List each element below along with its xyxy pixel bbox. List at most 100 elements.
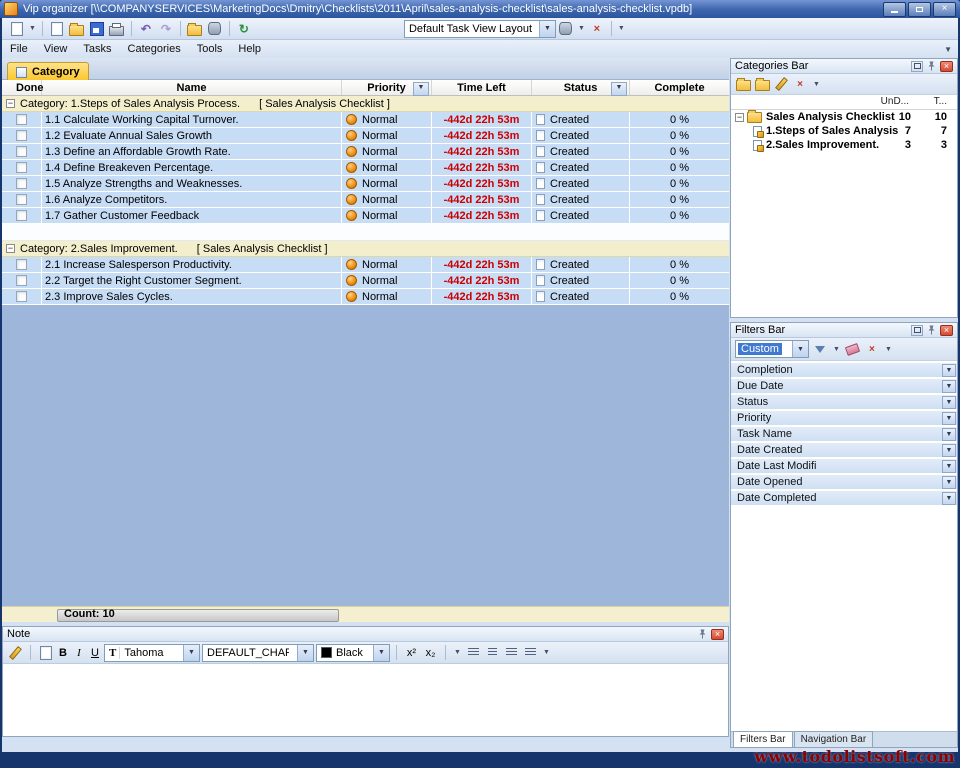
chevron-down-icon[interactable]: ▼ [942,460,956,473]
done-checkbox[interactable] [16,210,27,221]
layout-select[interactable]: Default Task View Layout ▼ [404,20,556,38]
column-header-complete[interactable]: Complete [630,80,729,95]
filter-row-date-opened[interactable]: Date Opened▼ [731,475,957,490]
done-checkbox[interactable] [16,275,27,286]
done-checkbox[interactable] [16,259,27,270]
chevron-down-icon[interactable]: ▼ [942,396,956,409]
filter-dropdown-icon[interactable]: ▼ [611,82,627,96]
maximize-button[interactable] [908,2,931,17]
task-row[interactable]: 1.4 Define Breakeven Percentage.Normal-4… [2,160,729,176]
filter-row-date-completed[interactable]: Date Completed▼ [731,491,957,506]
collapse-icon[interactable]: − [6,244,15,253]
pin-icon[interactable] [697,629,708,640]
pin-icon[interactable] [926,325,937,336]
undo-button[interactable]: ↶ [137,20,155,38]
task-row[interactable]: 1.5 Analyze Strengths and Weaknesses.Nor… [2,176,729,192]
filters-close-button[interactable]: × [940,325,953,336]
italic-button[interactable]: I [72,644,86,661]
task-row[interactable]: 1.6 Analyze Competitors.Normal-442d 22h … [2,192,729,208]
chevron-down-icon[interactable]: ▼ [539,21,555,37]
insert-button[interactable] [37,644,54,661]
menu-overflow-icon[interactable]: ▼ [944,45,952,54]
collapse-icon[interactable]: − [6,99,15,108]
chevron-down-icon[interactable]: ▼ [183,645,199,661]
delete-filter-button[interactable]: × [864,341,880,357]
list-options-icon[interactable]: ▼ [543,649,550,656]
pin-icon[interactable] [926,61,937,72]
note-content[interactable] [3,664,728,735]
chevron-down-icon[interactable]: ▼ [942,380,956,393]
toolbar-options-icon[interactable]: ▼ [618,25,625,32]
panel-restore-button[interactable] [911,61,923,72]
font-color-select[interactable]: Black ▼ [316,644,390,662]
menu-item-tasks[interactable]: Tasks [75,41,119,57]
add-category-button[interactable] [735,76,751,92]
task-row[interactable]: 1.1 Calculate Working Capital Turnover.N… [2,112,729,128]
chevron-down-icon[interactable]: ▼ [454,649,461,656]
print-button[interactable] [108,20,126,38]
filters-options-icon[interactable]: ▼ [885,346,892,353]
category-tree-item-1-steps-of-sales-analysis-proc[interactable]: 1.Steps of Sales Analysis Proc77 [731,124,957,138]
collapse-icon[interactable]: − [735,113,744,122]
categories-options-icon[interactable]: ▼ [813,81,820,88]
done-checkbox[interactable] [16,146,27,157]
edit-note-button[interactable] [7,644,24,661]
task-row[interactable]: 2.3 Improve Sales Cycles.Normal-442d 22h… [2,289,729,305]
menu-item-view[interactable]: View [36,41,76,57]
new-note-button[interactable] [48,20,66,38]
chevron-down-icon[interactable]: ▼ [942,364,956,377]
layout-dropdown-icon[interactable]: ▼ [578,25,585,32]
done-checkbox[interactable] [16,291,27,302]
bold-button[interactable]: B [56,644,70,661]
chevron-down-icon[interactable]: ▼ [297,645,313,661]
category-group-tab[interactable]: Category [7,62,89,81]
chevron-down-icon[interactable]: ▼ [942,492,956,505]
menu-item-tools[interactable]: Tools [189,41,231,57]
tab-navigation-bar[interactable]: Navigation Bar [794,731,874,747]
filter-row-due-date[interactable]: Due Date▼ [731,379,957,394]
task-row[interactable]: 2.1 Increase Salesperson Productivity.No… [2,257,729,273]
note-close-button[interactable]: × [711,629,724,640]
export-button[interactable] [186,20,204,38]
subscript-button[interactable]: x₂ [422,644,439,661]
column-header-priority[interactable]: Priority▼ [342,80,432,95]
apply-filter-button[interactable] [812,341,828,357]
category-tree-item-2-sales-improvement[interactable]: 2.Sales Improvement.33 [731,138,957,152]
categories-close-button[interactable]: × [940,61,953,72]
done-checkbox[interactable] [16,114,27,125]
chevron-down-icon[interactable]: ▼ [373,645,389,661]
done-checkbox[interactable] [16,130,27,141]
minimize-button[interactable] [883,2,906,17]
edit-category-button[interactable] [773,76,789,92]
database-button[interactable] [206,20,224,38]
filter-row-date-created[interactable]: Date Created▼ [731,443,957,458]
open-button[interactable] [68,20,86,38]
column-header-status[interactable]: Status▼ [532,80,630,95]
done-checkbox[interactable] [16,178,27,189]
delete-layout-button[interactable]: × [588,20,606,38]
filter-row-priority[interactable]: Priority▼ [731,411,957,426]
column-header-done[interactable]: Done [2,80,42,95]
tab-filters-bar[interactable]: Filters Bar [733,731,793,747]
filter-dropdown-icon[interactable]: ▼ [833,346,840,353]
chevron-down-icon[interactable]: ▼ [942,444,956,457]
task-row[interactable]: 1.3 Define an Affordable Growth Rate.Nor… [2,144,729,160]
task-row[interactable]: 2.2 Target the Right Customer Segment.No… [2,273,729,289]
customize-layout-button[interactable] [557,20,575,38]
refresh-button[interactable]: ↻ [235,20,253,38]
category-group-header[interactable]: −Category: 2.Sales Improvement.[ Sales A… [2,241,729,257]
category-group-header[interactable]: −Category: 1.Steps of Sales Analysis Pro… [2,96,729,112]
align-left-button[interactable] [465,644,482,661]
clear-filter-button[interactable] [845,341,861,357]
done-checkbox[interactable] [16,162,27,173]
chevron-down-icon[interactable]: ▼ [942,412,956,425]
done-checkbox[interactable] [16,194,27,205]
filter-dropdown-icon[interactable]: ▼ [413,82,429,96]
menu-item-categories[interactable]: Categories [120,41,189,57]
filter-row-status[interactable]: Status▼ [731,395,957,410]
category-tree-item-sales-analysis-checklist[interactable]: −Sales Analysis Checklist1010 [731,110,957,124]
align-right-button[interactable] [503,644,520,661]
panel-restore-button[interactable] [911,325,923,336]
column-header-time-left[interactable]: Time Left [432,80,532,95]
filter-row-date-last-modifi[interactable]: Date Last Modifi▼ [731,459,957,474]
